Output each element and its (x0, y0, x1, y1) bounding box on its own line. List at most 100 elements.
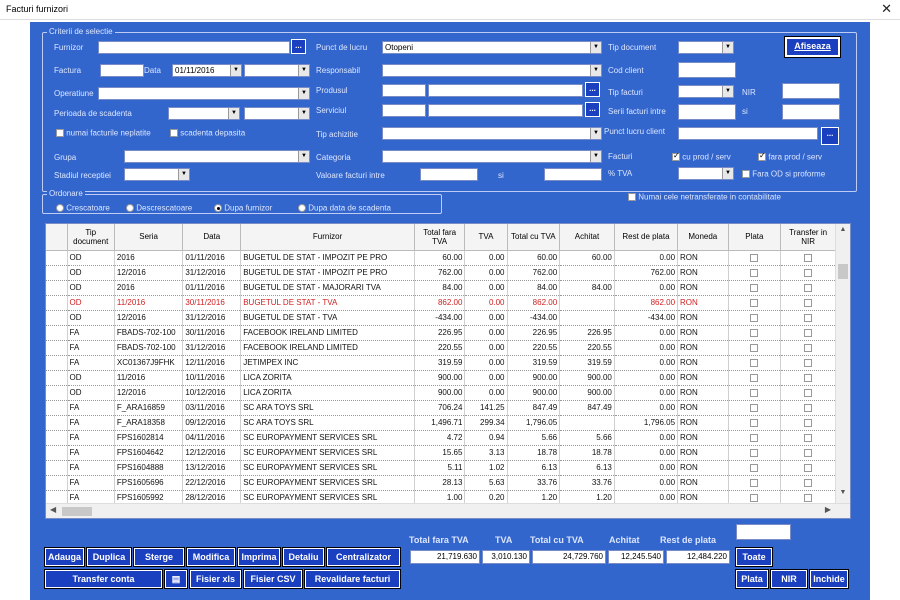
operatiune-select[interactable]: ▼ (98, 87, 310, 100)
perioada-start-picker[interactable]: ▼ (168, 107, 240, 120)
transfer-nir-checkbox[interactable] (780, 310, 836, 326)
transfer-nir-checkbox[interactable] (780, 325, 836, 341)
row-selector[interactable] (46, 310, 68, 326)
table-row[interactable]: FA FPS1605696 22/12/2016 SC EUROPAYMENT SER… (46, 475, 836, 491)
fisier-csv-button[interactable]: Fisier CSV (243, 569, 303, 589)
factura-field[interactable] (100, 64, 144, 77)
col-header-seria[interactable]: Seria (114, 224, 184, 251)
plata-button[interactable]: Plata (735, 569, 769, 589)
numai-netransferate-checkbox[interactable]: Numai cele netransferate in contabilitat… (628, 192, 781, 201)
close-icon[interactable]: ✕ (881, 1, 892, 17)
col-header-transfer-nir[interactable]: Transfer in NIR (780, 224, 836, 251)
transfer-nir-checkbox[interactable] (780, 250, 836, 266)
tva-select[interactable]: ▼ (678, 167, 734, 180)
transfer-nir-checkbox[interactable] (780, 355, 836, 371)
table-row[interactable]: OD 11/2016 30/11/2016 BUGETUL DE STAT - TVA… (46, 295, 836, 311)
adauga-button[interactable]: Adauga (44, 547, 85, 567)
tip-document-select[interactable]: ▼ (678, 41, 734, 54)
furnizor-field[interactable] (98, 41, 290, 54)
plata-checkbox[interactable] (728, 445, 782, 461)
serviciul-code-field[interactable] (382, 104, 426, 117)
table-row[interactable]: OD 12/2016 31/12/2016 BUGETUL DE STAT - TVA… (46, 310, 836, 326)
radio-dupa-scadenta[interactable]: Dupa data de scadenta (298, 203, 391, 212)
table-row[interactable]: OD 12/2016 31/12/2016 BUGETUL DE STAT - IMP… (46, 265, 836, 281)
calendar-button[interactable]: ▤ (164, 569, 188, 589)
scroll-thumb[interactable] (838, 264, 848, 279)
imprima-button[interactable]: Imprima (237, 547, 281, 567)
col-header-rest-plata[interactable]: Rest de plata (614, 224, 679, 251)
col-header-total-fara-tva[interactable]: Total fara TVA (414, 224, 466, 251)
transfer-nir-checkbox[interactable] (780, 400, 836, 416)
table-row[interactable]: OD 2016 01/11/2016 BUGETUL DE STAT - IMPOZI… (46, 250, 836, 266)
row-selector[interactable] (46, 475, 68, 491)
data-picker[interactable]: 01/11/2016 ▼ (172, 64, 242, 77)
col-header-tip[interactable]: Tip document (67, 224, 115, 251)
transfer-nir-checkbox[interactable] (780, 460, 836, 476)
perioada-end-picker[interactable]: ▼ (244, 107, 310, 120)
table-row[interactable]: FA XC01367J9FHK 12/11/2016 JETIMPEX INC 319.… (46, 355, 836, 371)
hscroll-thumb[interactable] (62, 507, 92, 516)
plata-checkbox[interactable] (728, 325, 782, 341)
toate-button[interactable]: Toate (735, 547, 773, 567)
cu-prod-checkbox[interactable]: cu prod / serv (672, 151, 731, 161)
row-selector[interactable] (46, 280, 68, 296)
row-selector[interactable] (46, 385, 68, 401)
punct-client-browse-button[interactable]: ... (821, 127, 839, 145)
plata-checkbox[interactable] (728, 310, 782, 326)
serviciul-name-field[interactable] (428, 104, 583, 117)
table-row[interactable]: OD 11/2016 10/11/2016 LICA ZORITA 900.00 0.00… (46, 370, 836, 386)
punct-lucru-select[interactable]: Otopeni ▼ (382, 41, 602, 54)
toate-filter-field[interactable] (736, 524, 791, 540)
plata-checkbox[interactable] (728, 415, 782, 431)
fara-od-checkbox[interactable]: Fara OD si proforme (742, 169, 825, 178)
table-row[interactable]: FA FPS1604888 13/12/2016 SC EUROPAYMENT SER… (46, 460, 836, 476)
responsabil-select[interactable]: ▼ (382, 64, 602, 77)
row-selector[interactable] (46, 250, 68, 266)
tip-facturi-select[interactable]: ▼ (678, 85, 734, 98)
produsul-browse-button[interactable]: ... (585, 82, 600, 97)
duplica-button[interactable]: Duplica (86, 547, 132, 567)
plata-checkbox[interactable] (728, 340, 782, 356)
row-selector[interactable] (46, 415, 68, 431)
row-selector[interactable] (46, 325, 68, 341)
scroll-up-icon[interactable]: ▲ (836, 226, 850, 240)
table-row[interactable]: FA FPS1602814 04/11/2016 SC EUROPAYMENT SER… (46, 430, 836, 446)
sterge-button[interactable]: Sterge (133, 547, 185, 567)
row-selector[interactable] (46, 400, 68, 416)
plata-checkbox[interactable] (728, 280, 782, 296)
radio-crescatoare[interactable]: Crescatoare (56, 203, 110, 212)
serviciul-browse-button[interactable]: ... (585, 102, 600, 117)
table-row[interactable]: OD 12/2016 10/12/2016 LICA ZORITA 900.00 0.00… (46, 385, 836, 401)
furnizor-browse-button[interactable]: ... (291, 39, 306, 54)
transfer-nir-checkbox[interactable] (780, 430, 836, 446)
table-row[interactable]: FA F_ARA18358 09/12/2016 SC ARA TOYS SRL 1,4… (46, 415, 836, 431)
horizontal-scrollbar[interactable]: ◀ ▶ (46, 503, 850, 518)
scroll-right-icon[interactable]: ▶ (825, 505, 831, 514)
valoare-max-field[interactable] (544, 168, 602, 181)
transfer-nir-checkbox[interactable] (780, 445, 836, 461)
table-row[interactable]: FA FBADS-702-100 31/12/2016 FACEBOOK IRELAN… (46, 340, 836, 356)
col-header-data[interactable]: Data (182, 224, 242, 251)
row-selector[interactable] (46, 340, 68, 356)
col-header-moneda[interactable]: Moneda (677, 224, 729, 251)
col-header-plata[interactable]: Plata (728, 224, 782, 251)
row-selector[interactable] (46, 460, 68, 476)
fara-prod-checkbox[interactable]: fara prod / serv (758, 151, 822, 161)
nir-button[interactable]: NIR (770, 569, 808, 589)
radio-descrescatoare[interactable]: Descrescatoare (126, 203, 192, 212)
categoria-select[interactable]: ▼ (382, 150, 602, 163)
table-row[interactable]: FA F_ARA16859 03/11/2016 SC ARA TOYS SRL 706… (46, 400, 836, 416)
numai-neplatite-checkbox[interactable]: numai facturile neplatite (56, 128, 151, 137)
plata-checkbox[interactable] (728, 295, 782, 311)
col-header-achitat[interactable]: Achitat (559, 224, 615, 251)
scroll-left-icon[interactable]: ◀ (50, 505, 56, 514)
modifica-button[interactable]: Modifica (186, 547, 236, 567)
cod-client-field[interactable] (678, 62, 736, 78)
table-row[interactable]: FA FPS1604642 12/12/2016 SC EUROPAYMENT SER… (46, 445, 836, 461)
radio-dupa-furnizor[interactable]: Dupa furnizor (214, 203, 272, 212)
stadiul-select[interactable]: ▼ (124, 168, 190, 181)
col-header-total-cu-tva[interactable]: Total cu TVA (507, 224, 561, 251)
transfer-nir-checkbox[interactable] (780, 295, 836, 311)
plata-checkbox[interactable] (728, 355, 782, 371)
row-selector[interactable] (46, 370, 68, 386)
